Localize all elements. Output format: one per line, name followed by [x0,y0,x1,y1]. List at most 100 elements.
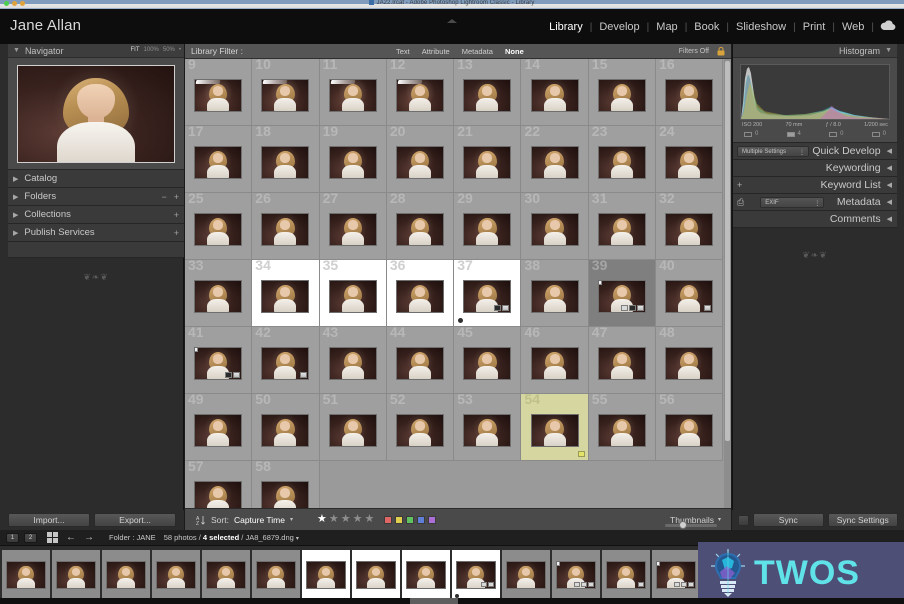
cell-thumbnail[interactable] [194,78,243,112]
filmstrip-thumbnail[interactable] [506,561,546,589]
cell-thumbnail[interactable]: 2 [597,279,646,313]
grid-cell[interactable]: 21 [454,124,522,193]
grid-cell[interactable]: 52 [386,392,455,461]
zoom-more-option[interactable]: • [179,47,181,53]
cell-thumbnail[interactable] [665,78,714,112]
chevron-right-icon[interactable]: ▶ [13,175,18,183]
color-swatch-red[interactable] [384,515,393,524]
cell-thumbnail[interactable] [261,346,310,380]
identity-plate[interactable]: Jane Allan [10,17,81,34]
grid-cell[interactable]: 53 [454,392,522,461]
cell-thumbnail[interactable] [597,413,646,447]
grid-cell[interactable]: 50 [252,392,320,461]
preset-select[interactable]: Multiple Settings ⋮ [737,146,809,157]
grid-cell-selected[interactable]: 34 [252,258,320,327]
grid-cell[interactable]: 11 [319,59,387,126]
collapse-arrow-icon[interactable]: ◀ [887,181,892,189]
filmstrip-thumbnail[interactable] [306,561,346,589]
grid-cell-selected[interactable]: 39 2 [588,258,657,327]
bottom-panel-toggle[interactable] [410,598,458,604]
cell-thumbnail[interactable] [328,78,377,112]
export-button[interactable]: Export... [94,513,176,527]
sidebar-item-collections[interactable]: ▶ Collections + [8,206,184,224]
metadata-badge[interactable] [588,582,594,587]
grid-cell[interactable]: 46 [521,325,589,394]
filmstrip-thumbnail[interactable] [106,561,146,589]
module-slideshow[interactable]: Slideshow [729,21,793,33]
zoom-100-option[interactable]: 100% [144,47,159,53]
cell-thumbnail[interactable] [261,480,310,510]
histogram-header[interactable]: Histogram ▼ [733,44,897,58]
unflagged-count[interactable]: 0 [744,131,758,137]
grid-cell[interactable]: 17 [185,124,253,193]
slider-knob[interactable] [679,521,687,529]
chevron-right-icon[interactable]: ▶ [13,229,18,237]
collapse-arrow-icon[interactable]: ◀ [887,215,892,223]
cell-thumbnail[interactable] [396,279,445,313]
grid-cell[interactable]: 30 [521,191,589,260]
module-book[interactable]: Book [687,21,726,33]
cell-thumbnail[interactable] [530,78,579,112]
cell-thumbnail[interactable] [328,145,377,179]
grid-cell[interactable]: 22 [521,124,589,193]
tag-icon[interactable]: ⎙ [737,197,744,208]
cloud-sync-icon[interactable] [880,20,896,34]
cell-thumbnail[interactable] [597,145,646,179]
thumbnail-size-slider[interactable] [665,521,717,529]
grid-cell[interactable]: 19 [319,124,387,193]
module-map[interactable]: Map [649,21,684,33]
navigate-forward-icon[interactable]: → [84,532,94,543]
quick-develop-preset[interactable]: Multiple Settings ⋮ [737,146,809,157]
stack-count-badge[interactable]: 2 [598,280,602,285]
chevron-down-icon[interactable]: ▾ [718,516,721,523]
filmstrip-cell[interactable] [2,550,50,600]
grid-cell[interactable]: 33 [185,258,253,327]
grid-cell[interactable]: 20 [386,124,455,193]
panel-quick-develop[interactable]: Multiple Settings ⋮ Quick Develop ◀ [733,143,897,160]
grid-cell[interactable]: 44 [386,325,455,394]
grid-cell-selected[interactable]: 35 [319,258,387,327]
develop-badge[interactable] [681,582,687,587]
cell-thumbnail[interactable] [597,78,646,112]
cell-thumbnail[interactable] [530,413,579,447]
grid-cell[interactable]: 56 [656,392,724,461]
cell-thumbnail[interactable] [194,413,243,447]
filmstrip-cell[interactable] [152,550,200,600]
metadata-badge[interactable] [688,582,694,587]
filmstrip-thumbnail[interactable] [406,561,446,589]
grid-cell[interactable]: 28 [386,191,455,260]
cell-thumbnail[interactable] [463,279,512,313]
stack-count-badge[interactable]: 2 [557,562,560,566]
module-develop[interactable]: Develop [592,21,646,33]
sync-button[interactable]: Sync [753,513,824,527]
zoom-50-option[interactable]: 50% [163,47,175,53]
cell-thumbnail[interactable] [396,413,445,447]
cell-thumbnail[interactable] [328,346,377,380]
cell-thumbnail[interactable] [597,212,646,246]
sidebar-item-folders[interactable]: ▶ Folders − + [8,188,184,206]
sidebar-item-publish-services[interactable]: ▶ Publish Services + [8,224,184,242]
crop-badge[interactable] [674,582,680,587]
grid-cell[interactable]: 42 [252,325,320,394]
module-library[interactable]: Library [542,21,590,33]
crop-badge[interactable] [488,582,494,587]
rating-stars[interactable]: ★ ★ ★ ★ ★ [317,514,374,525]
filmstrip-thumbnail[interactable] [206,561,246,589]
grid-cell[interactable]: 9 [185,59,253,126]
color-label-chip-yellow[interactable] [577,451,585,457]
grid-cell[interactable]: 18 [252,124,320,193]
filmstrip-cell-selected[interactable] [352,550,400,600]
sync-checkbox[interactable] [738,514,749,526]
grid-cell[interactable]: 32 [656,191,724,260]
cell-thumbnail[interactable] [328,279,377,313]
cell-thumbnail[interactable] [328,212,377,246]
filmstrip-cell[interactable]: 2 [552,550,600,600]
cell-thumbnail[interactable] [261,145,310,179]
import-button[interactable]: Import... [8,513,90,527]
grid-view-icon[interactable] [47,532,58,543]
filter-tab-attribute[interactable]: Attribute [416,44,456,59]
module-print[interactable]: Print [796,21,833,33]
color-swatch-purple[interactable] [428,515,437,524]
monitor-1-button[interactable]: 1 [6,532,19,543]
filter-tab-text[interactable]: Text [390,44,416,59]
